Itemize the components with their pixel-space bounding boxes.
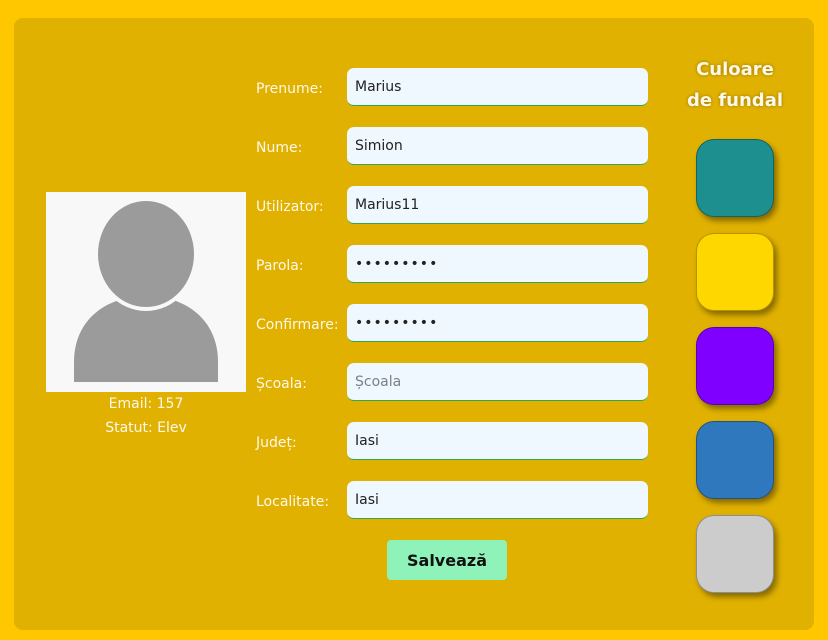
status-text: Statut: Elev: [105, 420, 187, 436]
confirm-password-input[interactable]: [347, 304, 648, 342]
password-input[interactable]: [347, 245, 648, 283]
school-label: Școala:: [256, 376, 307, 392]
password-label: Parola:: [256, 258, 304, 274]
username-label: Utilizator:: [256, 199, 324, 215]
last-name-label: Nume:: [256, 140, 303, 156]
confirm-password-label: Confirmare:: [256, 317, 339, 333]
color-swatch-blue[interactable]: [696, 421, 774, 499]
save-button[interactable]: Salvează: [387, 540, 507, 580]
school-input[interactable]: [347, 363, 648, 401]
county-input[interactable]: [347, 422, 648, 460]
color-swatch-purple[interactable]: [696, 327, 774, 405]
last-name-input[interactable]: [347, 127, 648, 165]
locality-label: Localitate:: [256, 494, 330, 510]
first-name-input[interactable]: [347, 68, 648, 106]
avatar: [46, 192, 246, 392]
background-color-title-line2: de fundal: [686, 90, 784, 111]
user-silhouette-icon: [74, 197, 218, 382]
first-name-label: Prenume:: [256, 81, 323, 97]
color-swatch-yellow[interactable]: [696, 233, 774, 311]
county-label: Județ:: [256, 435, 297, 451]
username-input[interactable]: [347, 186, 648, 224]
color-swatch-gray[interactable]: [696, 515, 774, 593]
email-text: Email: 157: [108, 396, 184, 412]
background-color-title-line1: Culoare: [696, 59, 774, 80]
locality-input[interactable]: [347, 481, 648, 519]
background-color-title: Culoare de fundal: [680, 54, 790, 116]
color-swatch-teal[interactable]: [696, 139, 774, 217]
